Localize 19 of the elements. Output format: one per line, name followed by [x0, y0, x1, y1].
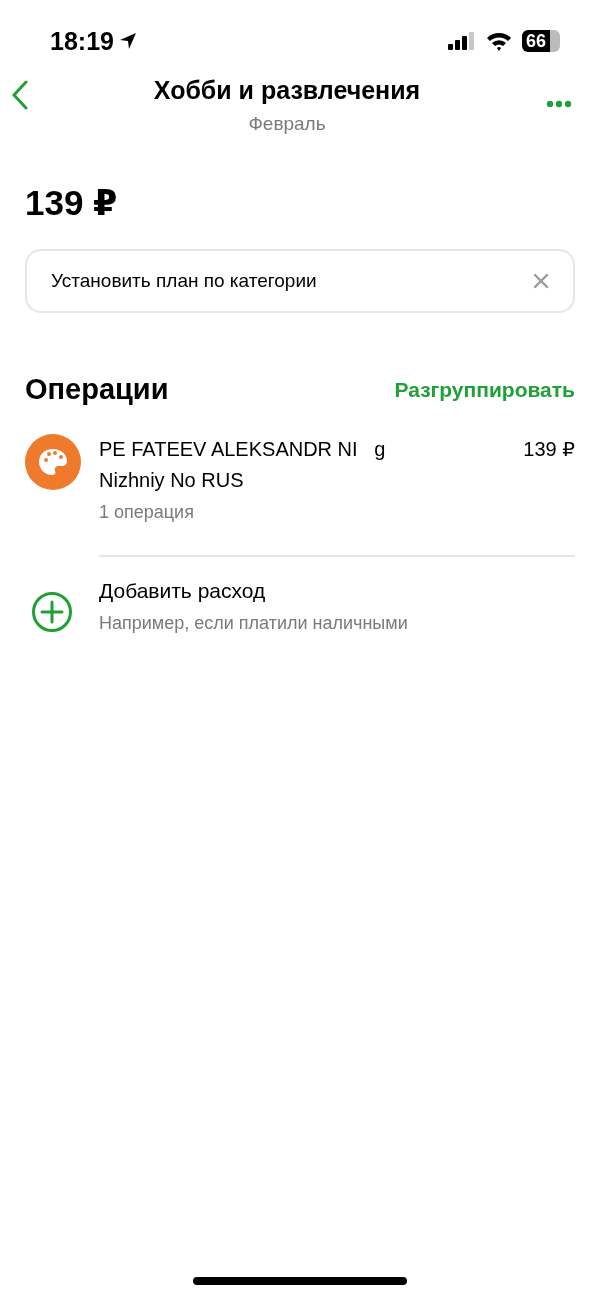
total-amount: 139 ₽ [24, 182, 119, 223]
plan-banner[interactable]: Установить план по категории [25, 249, 575, 313]
operation-amount: 139 ₽ [523, 437, 575, 462]
merchant-name: PE FATEEV ALEKSANDR NI g Nizhniy No RUS [99, 437, 386, 493]
signal-icon [447, 32, 476, 50]
battery-indicator: 66 [521, 30, 560, 52]
status-time: 18:19 [50, 26, 114, 56]
add-expense-title: Добавить расход [99, 579, 267, 603]
plus-circle-icon [31, 591, 73, 633]
plan-label: Установить план по категории [51, 270, 317, 292]
section-title: Операции [25, 373, 169, 406]
add-expense-hint: Например, если платили наличными [99, 613, 408, 634]
add-expense-row[interactable]: Добавить расход Например, если платили наличными [0, 557, 600, 634]
close-icon[interactable] [533, 273, 549, 289]
page-subtitle: Февраль [248, 113, 326, 135]
wifi-icon [485, 31, 512, 51]
operation-row[interactable]: PE FATEEV ALEKSANDR NI g Nizhniy No RUS 139 ₽ 1 операция [0, 406, 600, 523]
page-title: Хобби и развлечения [153, 76, 421, 105]
operation-count: 1 операция [99, 502, 195, 523]
